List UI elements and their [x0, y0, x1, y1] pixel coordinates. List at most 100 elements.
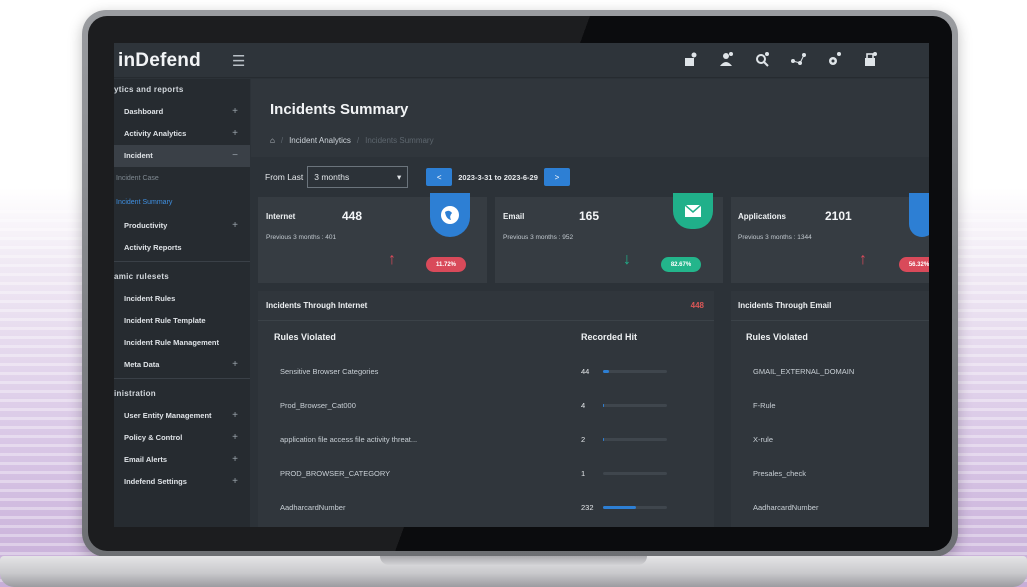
expand-icon[interactable]: + [232, 354, 238, 376]
breadcrumb-current: Incidents Summary [365, 136, 434, 145]
hit-bar [603, 404, 667, 407]
hit-bar [603, 370, 667, 373]
stat-card-internet[interactable]: Internet 448 Previous 3 months : 401 ↑ 1… [258, 193, 487, 283]
rule-name: AadharcardNumber [280, 503, 346, 512]
hit-bar-fill [603, 438, 604, 441]
divider [114, 378, 250, 379]
expand-icon[interactable]: + [232, 123, 238, 145]
sidebar-item-activity-reports[interactable]: Activity Reports [114, 237, 250, 259]
email-incidents-panel: Incidents Through Email Rules Violated G… [731, 291, 929, 527]
period-select[interactable]: 3 months ▾ [307, 166, 409, 188]
table-row[interactable]: PROD_BROWSER_CATEGORY 1 [258, 457, 714, 491]
apps-icon [909, 193, 929, 237]
card-previous: Previous 3 months : 401 [266, 234, 337, 241]
sidebar-item-incident-rules[interactable]: Incident Rules [114, 288, 250, 310]
card-value: 2101 [825, 209, 852, 223]
key-icon[interactable] [826, 51, 843, 68]
table-row[interactable]: Prod_Browser_Cat000 4 [258, 389, 714, 423]
lock-icon[interactable] [862, 51, 879, 68]
sidebar: ytics and reports Dashboard + Activity An… [114, 79, 250, 527]
rule-name: X-rule [753, 435, 774, 444]
hit-bar-fill [603, 370, 610, 373]
change-badge: 11.72% [426, 257, 466, 272]
table-row[interactable]: application file access file activity th… [258, 423, 714, 457]
hit-count: 2 [581, 435, 586, 444]
trend-down-icon: ↓ [623, 251, 631, 268]
sidebar-item-policy-control[interactable]: Policy & Control + [114, 427, 250, 449]
sidebar-item-incident-rule-template[interactable]: Incident Rule Template [114, 310, 250, 332]
expand-icon[interactable]: + [232, 471, 238, 493]
globe-icon [430, 193, 470, 237]
sidebar-item-dashboard[interactable]: Dashboard + [114, 101, 250, 123]
rule-name: Presales_check [753, 469, 806, 478]
hit-count: 4 [581, 401, 586, 410]
table-row[interactable]: AadharcardNumber [731, 491, 929, 525]
rule-name: Prod_Browser_Cat000 [280, 401, 356, 410]
stat-card-applications[interactable]: Applications 2101 Previous 3 months : 13… [731, 193, 929, 283]
sidebar-item-email-alerts[interactable]: Email Alerts + [114, 449, 250, 471]
user-add-icon[interactable] [682, 51, 699, 68]
hamburger-icon[interactable]: ☰ [232, 52, 245, 70]
sidebar-section-analytics: ytics and reports [114, 85, 184, 94]
card-value: 448 [342, 209, 363, 223]
trend-up-icon: ↑ [859, 251, 867, 268]
panel-header: Incidents Through Email [731, 291, 929, 321]
home-icon[interactable]: ⌂ [270, 136, 275, 145]
expand-icon[interactable]: + [232, 427, 238, 449]
sidebar-item-meta-data[interactable]: Meta Data + [114, 354, 250, 376]
share-icon[interactable] [790, 51, 807, 68]
main-content: Incidents Summary ⌂ / Incident Analytics… [251, 79, 929, 527]
divider [114, 261, 250, 262]
panel-title: Incidents Through Internet [266, 301, 368, 310]
sidebar-item-activity-analytics[interactable]: Activity Analytics + [114, 123, 250, 145]
change-badge: 82.67% [661, 257, 701, 272]
rule-name: AadharcardNumber [753, 503, 819, 512]
breadcrumb: ⌂ / Incident Analytics / Incidents Summa… [270, 136, 434, 145]
top-bar: inDefend ☰ [114, 43, 929, 78]
sidebar-item-incident[interactable]: Incident − [114, 145, 250, 167]
user-settings-icon[interactable] [718, 51, 735, 68]
table-row[interactable]: GMAIL_EXTERNAL_DOMAIN [731, 355, 929, 389]
sidebar-item-productivity[interactable]: Productivity + [114, 215, 250, 237]
table-row[interactable]: F-Rule [731, 389, 929, 423]
table-row[interactable]: AadharcardNumber 232 [258, 491, 714, 525]
column-rules-violated[interactable]: Rules Violated [274, 332, 336, 342]
expand-icon[interactable]: + [232, 449, 238, 471]
column-rules-violated[interactable]: Rules Violated [746, 332, 808, 342]
search-user-icon[interactable] [754, 51, 771, 68]
card-title: Applications [738, 212, 787, 221]
expand-icon[interactable]: + [232, 215, 238, 237]
date-range: < 2023-3-31 to 2023-6-29 > [426, 168, 570, 186]
next-range-button[interactable]: > [543, 168, 570, 186]
sidebar-item-indefend-settings[interactable]: Indefend Settings + [114, 471, 250, 493]
hit-bar [603, 472, 667, 475]
rule-name: Sensitive Browser Categories [280, 367, 379, 376]
expand-icon[interactable]: + [232, 101, 238, 123]
panel-count: 448 [690, 301, 704, 310]
stat-card-email[interactable]: Email 165 Previous 3 months : 952 ↓ 82.6… [495, 193, 723, 283]
expand-icon[interactable]: + [232, 405, 238, 427]
sidebar-item-incident-rule-management[interactable]: Incident Rule Management [114, 332, 250, 354]
table-header: Rules Violated Recorded Hit [258, 321, 714, 355]
table-row[interactable]: X-rule [731, 423, 929, 457]
panel-header: Incidents Through Internet 448 [258, 291, 714, 321]
sidebar-subitem-incident-case[interactable]: Incident Case [114, 167, 250, 191]
collapse-icon[interactable]: − [232, 145, 238, 167]
table-header: Rules Violated [731, 321, 929, 355]
prev-range-button[interactable]: < [426, 168, 453, 186]
table-row[interactable]: Presales_check [731, 457, 929, 491]
hit-bar-fill [603, 506, 637, 509]
sidebar-item-user-entity-management[interactable]: User Entity Management + [114, 405, 250, 427]
hit-bar [603, 438, 667, 441]
card-title: Email [503, 212, 525, 221]
card-previous: Previous 3 months : 952 [503, 234, 574, 241]
breadcrumb-incident-analytics[interactable]: Incident Analytics [289, 136, 351, 145]
card-value: 165 [579, 209, 600, 223]
filter-bar: From Last 3 months ▾ < 2023-3-31 to 2023-… [265, 166, 570, 188]
sidebar-subitem-incident-summary[interactable]: Incident Summary [114, 191, 250, 215]
rule-name: PROD_BROWSER_CATEGORY [280, 469, 391, 478]
laptop-notch [380, 556, 647, 565]
table-row[interactable]: Sensitive Browser Categories 44 [258, 355, 714, 389]
column-recorded-hit[interactable]: Recorded Hit [581, 332, 637, 342]
sidebar-section-rulesets: amic rulesets [114, 272, 170, 281]
